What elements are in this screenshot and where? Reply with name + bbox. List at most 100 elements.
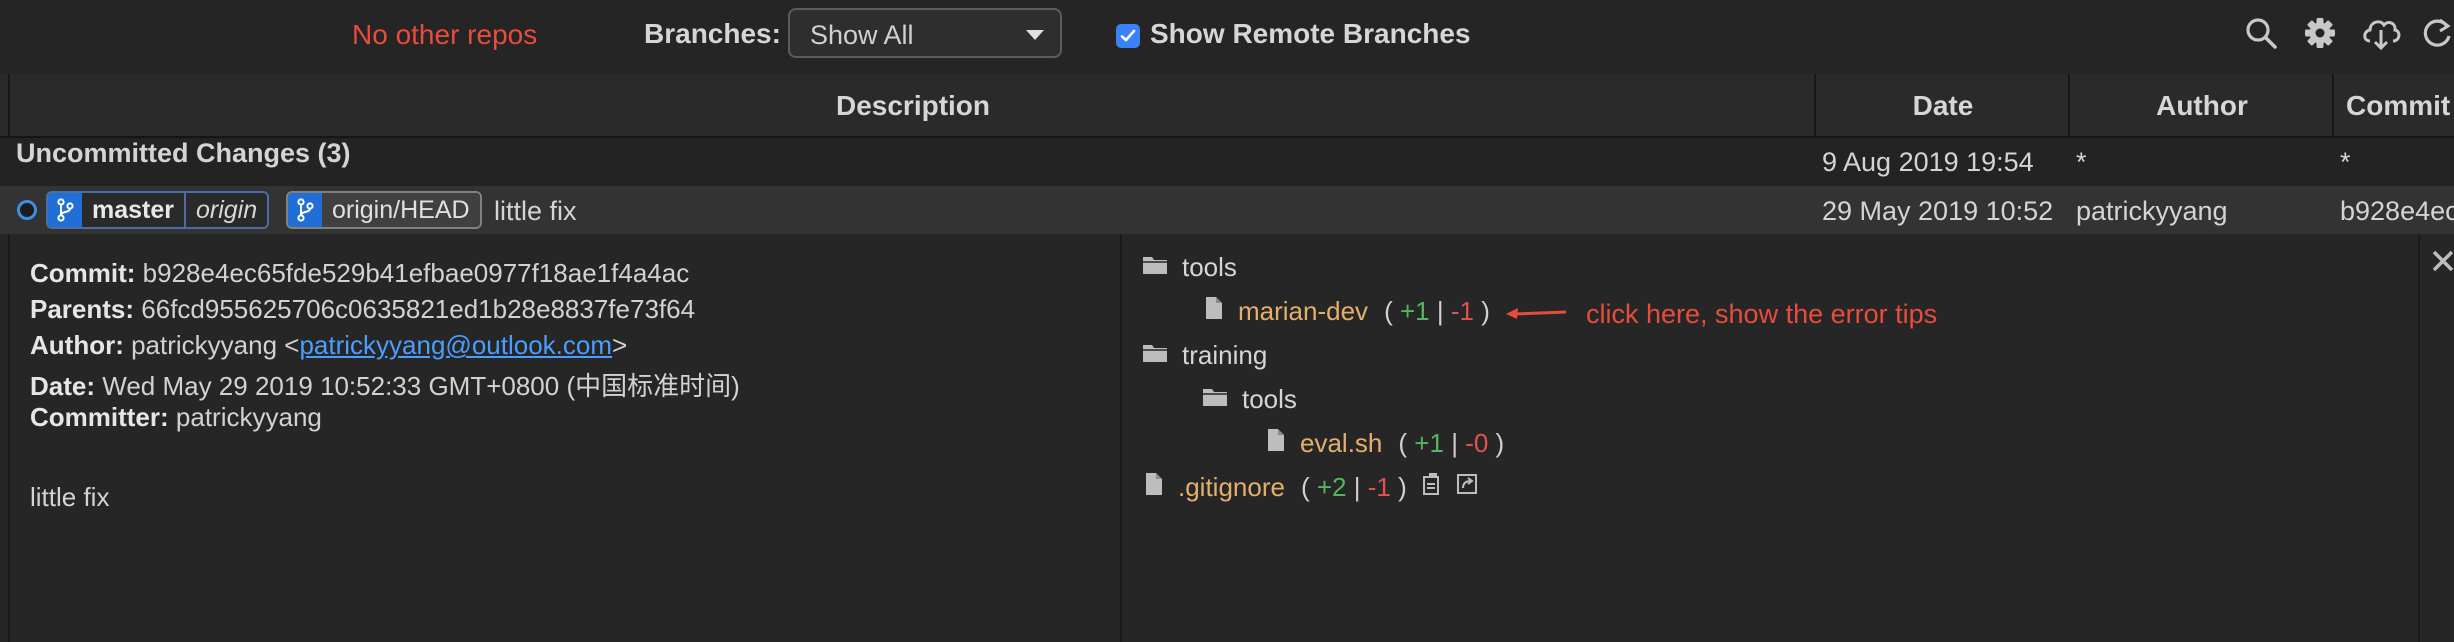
uncommitted-description: Uncommitted Changes (3) <box>16 138 351 168</box>
table-row-uncommitted[interactable]: Uncommitted Changes (3) 9 Aug 2019 19:54… <box>0 138 2454 184</box>
stats-close-paren: ) <box>1398 472 1407 502</box>
detail-parents-value[interactable]: 66fcd955625706c0635821ed1b28e8837fe73f64 <box>141 294 695 324</box>
file-name: marian-dev <box>1238 296 1369 326</box>
detail-commit-value: b928e4ec65fde529b41efbae0977f18ae1f4a4ac <box>142 258 690 288</box>
detail-author-label: Author: <box>30 330 124 360</box>
folder-name: tools <box>1242 384 1297 414</box>
file-icon <box>1204 296 1224 327</box>
gear-icon[interactable] <box>2302 14 2338 59</box>
detail-parents: Parents: 66fcd955625706c0635821ed1b28e88… <box>30 294 695 325</box>
stats-open-paren: ( <box>1398 428 1408 458</box>
folder-name: tools <box>1182 252 1237 282</box>
stats-deletions: -0 <box>1465 428 1489 458</box>
column-date[interactable]: Date <box>1814 74 2070 136</box>
stats-close-paren: ) <box>1481 296 1490 326</box>
repo-status-text: No other repos <box>352 19 538 50</box>
stats-separator: | <box>1436 296 1444 326</box>
file-icon <box>1144 472 1164 503</box>
folder-icon <box>1142 252 1168 283</box>
branch-icon <box>288 193 322 227</box>
tree-folder-tools[interactable]: tools <box>1142 252 1237 283</box>
panel-edge <box>2418 234 2420 642</box>
file-stats: ( +1 | -1 ) <box>1384 296 1490 327</box>
commit-date: 29 May 2019 10:52 <box>1822 196 2054 226</box>
toolbar: No other repos Branches: Show All Show R… <box>0 0 2454 76</box>
copy-file-icon[interactable] <box>1421 472 1445 503</box>
commit-message: little fix <box>494 196 577 226</box>
uncommitted-commit: * <box>2340 147 2351 177</box>
detail-author-name: patrickyyang < <box>131 330 300 360</box>
tree-file-gitignore[interactable]: .gitignore ( +2 | -1 ) <box>1144 472 1479 503</box>
branch-badge-origin-head[interactable]: origin/HEAD <box>286 191 482 229</box>
author-email-link[interactable]: patrickyyang@outlook.com <box>299 330 612 360</box>
file-name: eval.sh <box>1300 428 1383 458</box>
show-remote-branches-checkbox[interactable] <box>1116 24 1140 48</box>
branch-icon <box>48 193 82 227</box>
table-row-commit[interactable]: master origin origin/HEAD little fix 29 … <box>0 186 2454 234</box>
column-author-label: Author <box>2156 90 2248 121</box>
column-commit[interactable]: Commit <box>2332 74 2454 136</box>
tree-folder-training[interactable]: training <box>1142 340 1267 371</box>
detail-author-close: > <box>612 330 628 360</box>
search-icon[interactable] <box>2244 14 2280 59</box>
branches-dropdown[interactable]: Show All <box>788 8 1062 58</box>
chevron-down-icon <box>1026 30 1044 40</box>
branch-name: origin/HEAD <box>322 193 480 227</box>
column-author[interactable]: Author <box>2068 74 2334 136</box>
cloud-download-icon[interactable] <box>2360 14 2402 59</box>
detail-author: Author: patrickyyang <patrickyyang@outlo… <box>30 330 627 361</box>
arrow-left-icon <box>1506 308 1567 319</box>
column-description[interactable]: Description <box>8 74 1816 136</box>
file-name: .gitignore <box>1178 472 1285 502</box>
detail-date-label: Date: <box>30 371 96 401</box>
file-stats: ( +1 | -0 ) <box>1398 428 1504 459</box>
detail-commit: Commit: b928e4ec65fde529b41efbae0977f18a… <box>30 258 689 289</box>
stats-open-paren: ( <box>1300 472 1310 502</box>
detail-committer: Committer: patrickyyang <box>30 402 322 433</box>
tree-file-marian-dev[interactable]: marian-dev ( +1 | -1 ) <box>1204 296 1490 327</box>
show-remote-branches-label[interactable]: Show Remote Branches <box>1150 18 1471 50</box>
file-stats: ( +2 | -1 ) <box>1301 472 1407 503</box>
branch-remote-name: origin <box>184 193 268 227</box>
annotation-text: click here, show the error tips <box>1586 299 1938 329</box>
tree-file-eval-sh[interactable]: eval.sh ( +1 | -0 ) <box>1266 428 1504 459</box>
stats-additions: +1 <box>1399 296 1430 326</box>
commit-author: patrickyyang <box>2076 196 2228 226</box>
open-file-icon[interactable] <box>1455 472 1479 503</box>
detail-commit-label: Commit: <box>30 258 136 288</box>
detail-committer-value: patrickyyang <box>175 402 322 432</box>
stats-close-paren: ) <box>1495 428 1505 458</box>
commit-table-header: Description Date Author Commit <box>0 74 2454 138</box>
panel-edge <box>8 234 10 642</box>
branches-label: Branches: <box>644 18 781 49</box>
stats-additions: +2 <box>1316 472 1347 502</box>
close-icon[interactable] <box>2430 248 2454 279</box>
commit-node-icon <box>17 200 37 220</box>
stats-deletions: -1 <box>1450 296 1474 326</box>
stats-separator: | <box>1353 472 1361 502</box>
column-commit-label: Commit <box>2346 90 2451 121</box>
uncommitted-author: * <box>2076 147 2087 177</box>
column-date-label: Date <box>1912 90 1974 121</box>
refresh-icon[interactable] <box>2420 14 2454 59</box>
commit-hash: b928e4ec <box>2340 196 2454 226</box>
stats-additions: +1 <box>1414 428 1444 458</box>
branches-dropdown-value: Show All <box>810 20 914 50</box>
column-description-label: Description <box>835 90 991 121</box>
checkmark-icon <box>1120 29 1136 42</box>
branch-name: master <box>82 193 184 227</box>
folder-name: training <box>1182 340 1268 370</box>
stats-deletions: -1 <box>1367 472 1391 502</box>
details-divider[interactable] <box>1120 234 1122 642</box>
stats-open-paren: ( <box>1384 296 1393 326</box>
branch-badge-master[interactable]: master origin <box>46 191 270 229</box>
folder-icon <box>1202 384 1228 415</box>
detail-committer-label: Committer: <box>30 402 169 432</box>
detail-date-value: Wed May 29 2019 10:52:33 GMT+0800 (中国标准时… <box>102 371 740 401</box>
uncommitted-date: 9 Aug 2019 19:54 <box>1822 147 2034 177</box>
detail-commit-message: little fix <box>30 482 110 512</box>
file-icon <box>1266 428 1286 459</box>
detail-date: Date: Wed May 29 2019 10:52:33 GMT+0800 … <box>30 366 740 403</box>
tree-folder-training-tools[interactable]: tools <box>1202 384 1297 415</box>
folder-icon <box>1142 340 1168 371</box>
